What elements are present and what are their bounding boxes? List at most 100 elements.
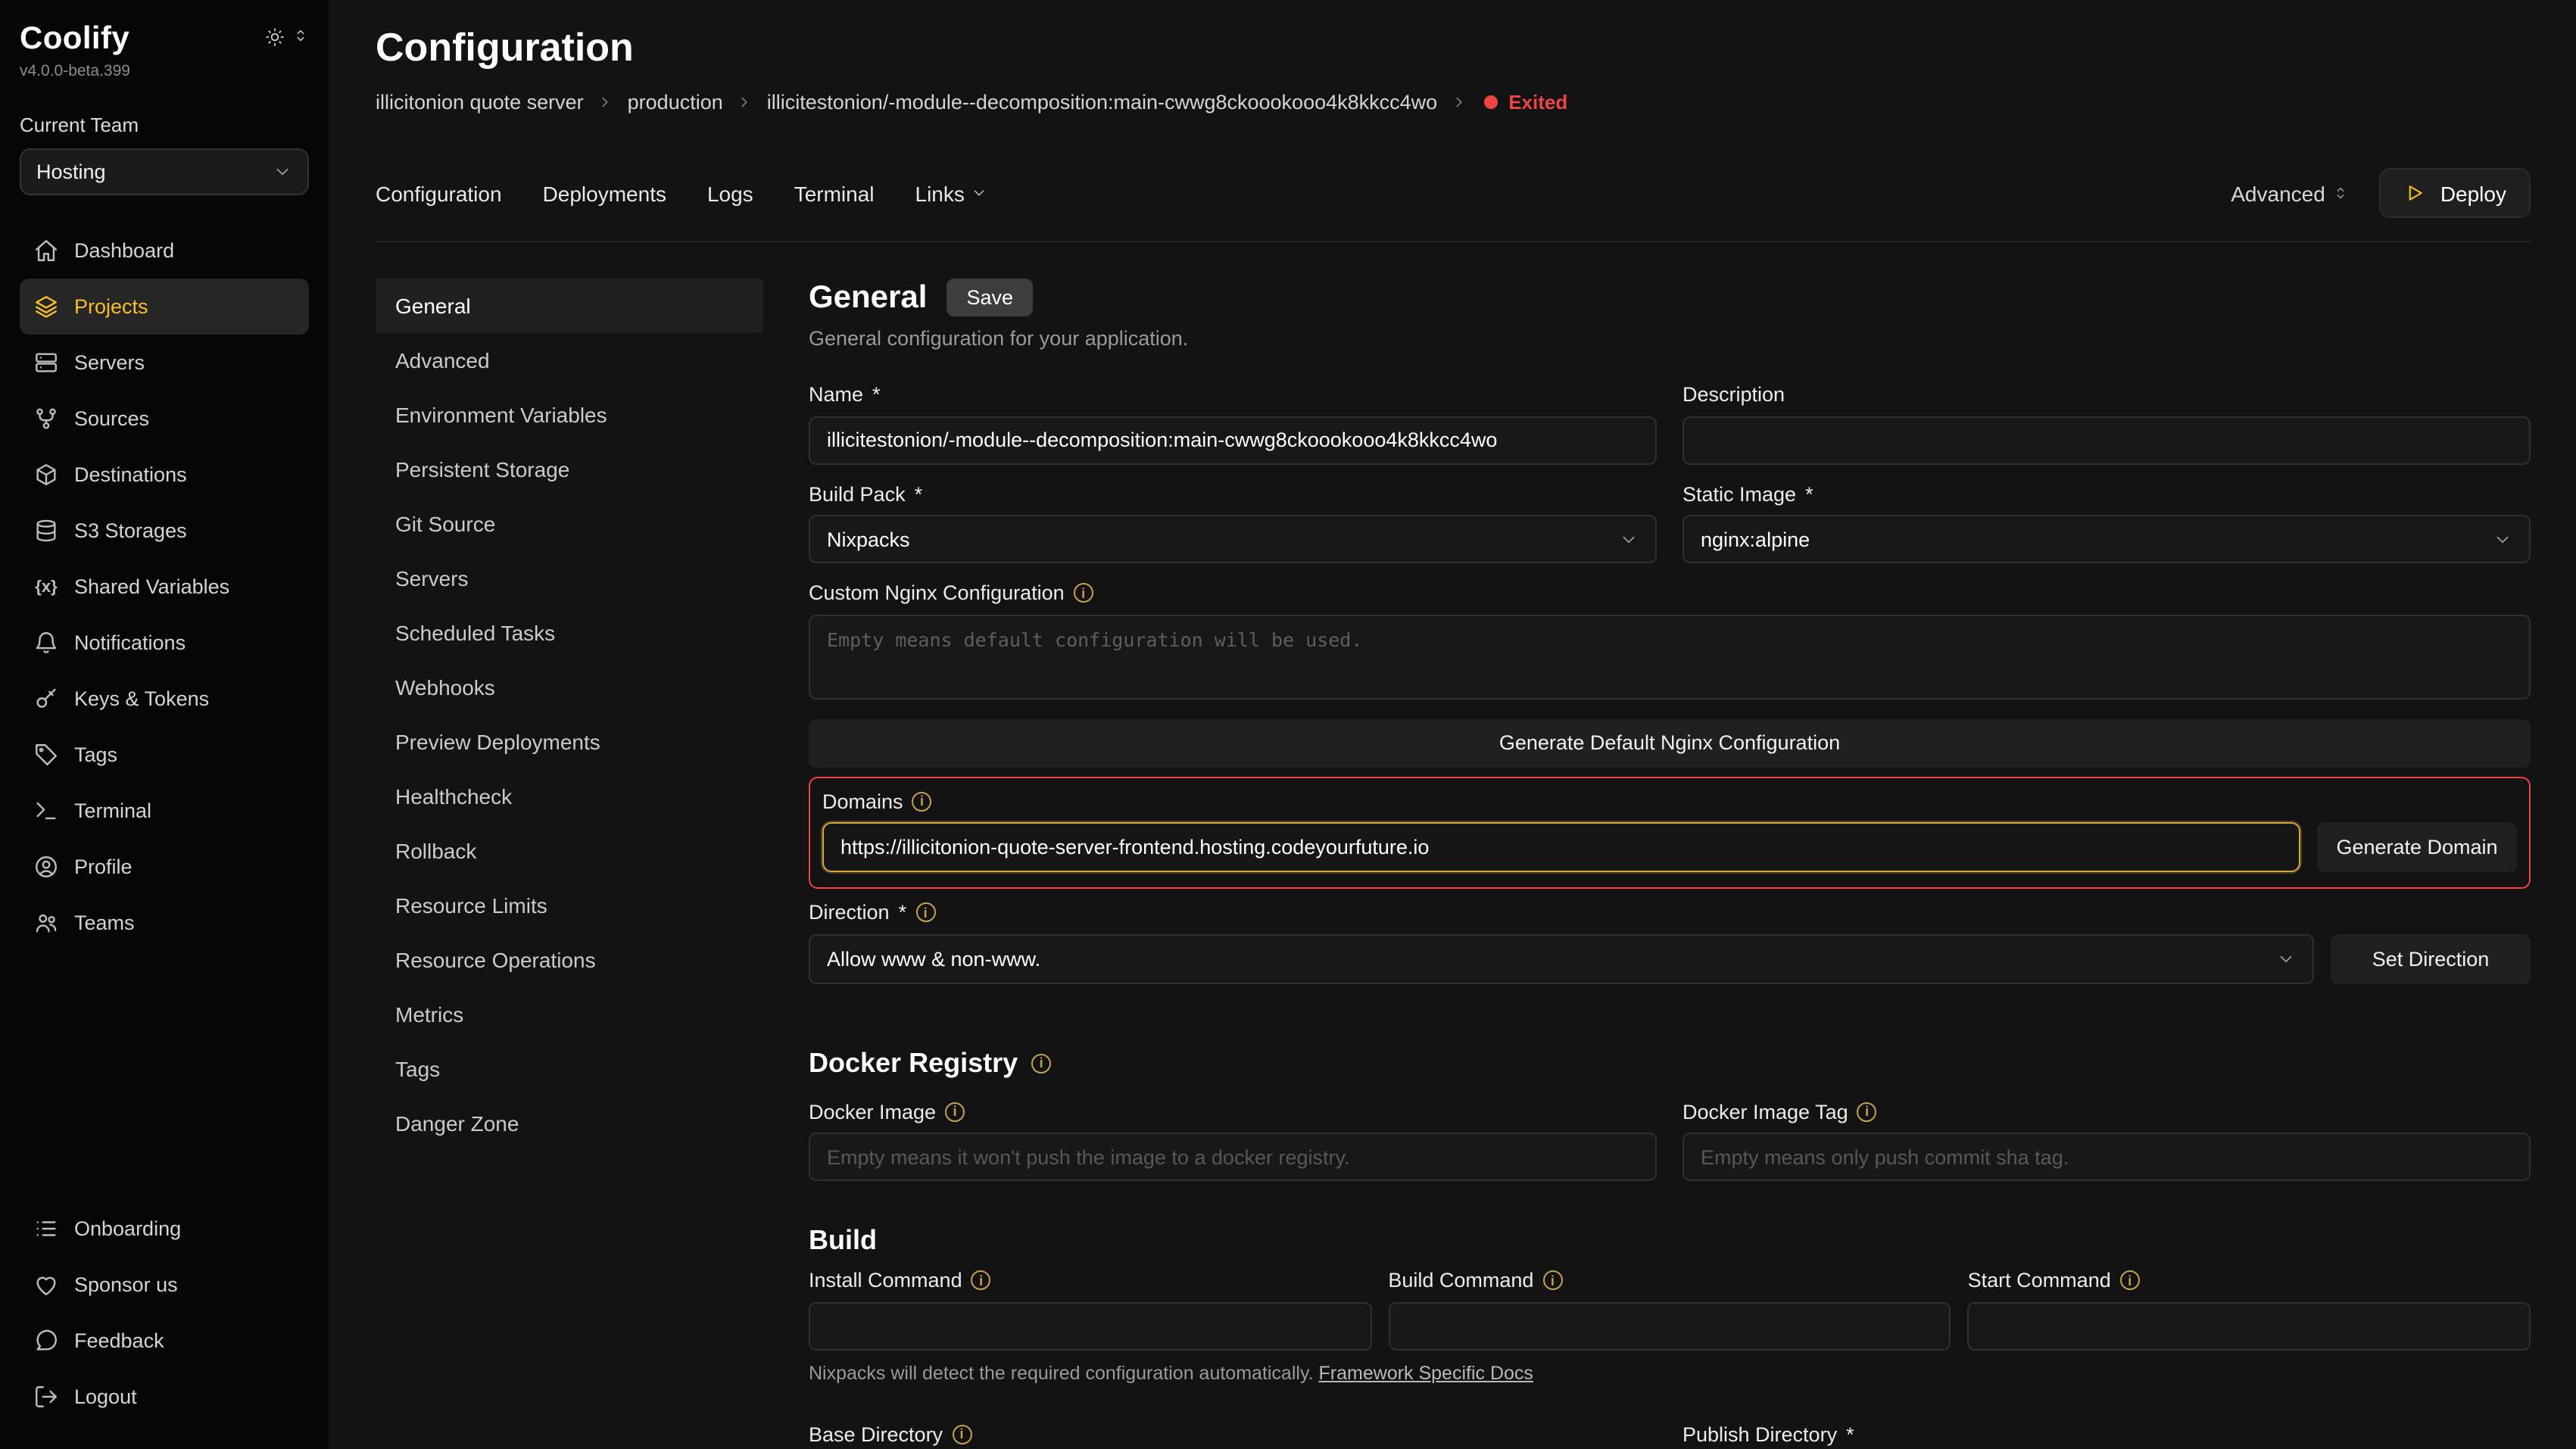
terminal-icon: [33, 798, 59, 824]
description-field-group: Description: [1683, 383, 2531, 464]
start-command-label: Start Command: [1968, 1269, 2111, 1292]
tab-logs[interactable]: Logs: [707, 181, 753, 205]
sidebar-item-sources[interactable]: Sources: [20, 391, 309, 447]
name-field-group: Name *: [809, 383, 1657, 464]
subnav-item-persistent-storage[interactable]: Persistent Storage: [376, 442, 763, 497]
tag-icon: [33, 742, 59, 768]
info-icon: [1542, 1271, 1562, 1291]
install-command-label: Install Command: [809, 1269, 962, 1292]
subnav-item-danger-zone[interactable]: Danger Zone: [376, 1096, 763, 1151]
sidebar-item-label: Dashboard: [74, 239, 174, 262]
sidebar-item-s3-storages[interactable]: S3 Storages: [20, 503, 309, 559]
static-image-value: nginx:alpine: [1701, 528, 1810, 550]
tab-terminal[interactable]: Terminal: [794, 181, 875, 205]
subnav-item-resource-operations[interactable]: Resource Operations: [376, 933, 763, 987]
sidebar-item-label: Sources: [74, 407, 149, 430]
sidebar-item-label: Teams: [74, 911, 135, 934]
build-command-input[interactable]: [1388, 1301, 1951, 1350]
sidebar-item-label: Destinations: [74, 463, 187, 486]
tab-configuration[interactable]: Configuration: [376, 181, 502, 205]
sidebar-item-shared-variables[interactable]: Shared Variables: [20, 559, 309, 615]
sidebar-item-teams[interactable]: Teams: [20, 895, 309, 951]
sidebar-item-servers[interactable]: Servers: [20, 335, 309, 391]
deploy-button[interactable]: Deploy: [2380, 168, 2531, 218]
description-input[interactable]: [1683, 416, 2531, 464]
sidebar-item-sponsor-us[interactable]: Sponsor us: [20, 1257, 309, 1313]
server-icon: [33, 350, 59, 375]
git-branch-icon: [33, 406, 59, 432]
subnav-item-resource-limits[interactable]: Resource Limits: [376, 878, 763, 933]
framework-docs-link[interactable]: Framework Specific Docs: [1319, 1362, 1533, 1383]
direction-select[interactable]: Allow www & non-www.: [809, 933, 2314, 983]
static-image-select[interactable]: nginx:alpine: [1683, 515, 2531, 563]
chevron-down-icon: [2493, 529, 2512, 549]
generate-domain-button[interactable]: Generate Domain: [2317, 822, 2517, 872]
info-icon: [1074, 584, 1093, 603]
theme-selector-icon[interactable]: [292, 27, 309, 44]
publish-directory-field-group: Publish Directory *: [1683, 1423, 2531, 1449]
subnav-item-webhooks[interactable]: Webhooks: [376, 660, 763, 715]
sidebar-footer: Onboarding Sponsor us Feedback Logout: [20, 1201, 309, 1425]
sidebar: Coolify v4.0.0-beta.399 Current Team Hos…: [0, 0, 329, 1449]
sidebar-item-projects[interactable]: Projects: [20, 279, 309, 335]
set-direction-button[interactable]: Set Direction: [2331, 933, 2531, 983]
chevron-down-icon: [273, 162, 292, 182]
static-image-field-group: Static Image * nginx:alpine: [1683, 482, 2531, 563]
subnav-item-servers[interactable]: Servers: [376, 551, 763, 606]
sidebar-item-keys-tokens[interactable]: Keys & Tokens: [20, 671, 309, 727]
docker-image-tag-input[interactable]: [1683, 1133, 2531, 1181]
tab-deployments[interactable]: Deployments: [543, 181, 666, 205]
sidebar-item-logout[interactable]: Logout: [20, 1369, 309, 1425]
breadcrumb-environment[interactable]: production: [628, 91, 723, 114]
domains-input[interactable]: [822, 822, 2300, 872]
tab-links[interactable]: Links: [915, 181, 987, 205]
user-icon: [33, 854, 59, 880]
build-pack-select[interactable]: Nixpacks: [809, 515, 1657, 563]
start-command-input[interactable]: [1968, 1301, 2531, 1350]
subnav-item-healthcheck[interactable]: Healthcheck: [376, 769, 763, 824]
required-mark: *: [915, 482, 923, 506]
sidebar-item-destinations[interactable]: Destinations: [20, 447, 309, 503]
tabbar: Configuration Deployments Logs Terminal …: [376, 168, 2531, 242]
sidebar-item-onboarding[interactable]: Onboarding: [20, 1201, 309, 1257]
chevron-down-icon: [2276, 949, 2296, 968]
subnav-item-advanced[interactable]: Advanced: [376, 333, 763, 388]
info-icon: [945, 1102, 965, 1122]
subnav-item-preview-deployments[interactable]: Preview Deployments: [376, 715, 763, 769]
sidebar-item-tags[interactable]: Tags: [20, 727, 309, 783]
name-input[interactable]: [809, 416, 1657, 464]
required-mark: *: [1805, 482, 1813, 506]
page-title: Configuration: [376, 24, 2531, 71]
subnav-item-rollback[interactable]: Rollback: [376, 824, 763, 878]
sidebar-item-profile[interactable]: Profile: [20, 839, 309, 895]
sidebar-item-notifications[interactable]: Notifications: [20, 615, 309, 671]
theme-sun-icon[interactable]: [265, 27, 285, 47]
chevron-right-icon: [737, 94, 753, 111]
sidebar-item-terminal[interactable]: Terminal: [20, 783, 309, 839]
info-icon: [2120, 1271, 2140, 1291]
save-button[interactable]: Save: [947, 279, 1033, 316]
subnav-item-scheduled-tasks[interactable]: Scheduled Tasks: [376, 606, 763, 660]
list-icon: [33, 1216, 59, 1242]
breadcrumb-project[interactable]: illicitonion quote server: [376, 91, 584, 114]
sidebar-item-label: Shared Variables: [74, 575, 229, 598]
publish-directory-label: Publish Directory: [1683, 1423, 1837, 1446]
subnav-item-general[interactable]: General: [376, 279, 763, 333]
subnav-item-metrics[interactable]: Metrics: [376, 987, 763, 1042]
sidebar-item-dashboard[interactable]: Dashboard: [20, 223, 309, 279]
section-title-general: General: [809, 279, 927, 316]
team-select[interactable]: Hosting: [20, 148, 309, 195]
subnav-item-git-source[interactable]: Git Source: [376, 497, 763, 551]
nginx-config-textarea[interactable]: [809, 614, 2531, 699]
breadcrumb-application[interactable]: illicitestonion/-module--decomposition:m…: [767, 91, 1437, 114]
sidebar-item-feedback[interactable]: Feedback: [20, 1313, 309, 1369]
direction-value: Allow www & non-www.: [827, 947, 1040, 970]
general-form: General Save General configuration for y…: [809, 279, 2531, 1449]
install-command-input[interactable]: [809, 1301, 1371, 1350]
subnav-item-environment-variables[interactable]: Environment Variables: [376, 388, 763, 442]
docker-image-input[interactable]: [809, 1133, 1657, 1181]
subnav-item-tags[interactable]: Tags: [376, 1042, 763, 1096]
advanced-selector[interactable]: Advanced: [2231, 181, 2350, 205]
config-subnav: General Advanced Environment Variables P…: [376, 279, 763, 1449]
generate-nginx-config-button[interactable]: Generate Default Nginx Configuration: [809, 718, 2531, 767]
